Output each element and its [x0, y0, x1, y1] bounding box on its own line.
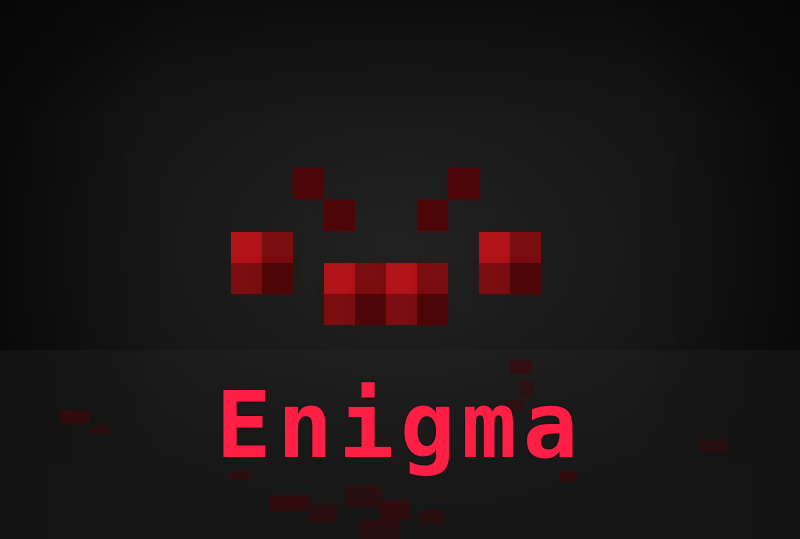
right-inner-eye-pixel [417, 263, 448, 294]
game-scene: Enigma [0, 0, 800, 539]
left-outer-eye-pixel [231, 232, 262, 263]
right-brow-pixel [417, 200, 448, 231]
right-brow-pixel [448, 168, 479, 199]
right-outer-eye-pixel [510, 263, 541, 294]
right-inner-eye-pixel [417, 294, 448, 325]
left-inner-eye-pixel [324, 263, 355, 294]
left-brow-pixel [324, 200, 355, 231]
left-inner-eye-pixel [355, 294, 386, 325]
left-inner-eye-pixel [324, 294, 355, 325]
left-outer-eye-pixel [231, 263, 262, 294]
left-outer-eye-pixel [262, 263, 293, 294]
right-outer-eye-pixel [479, 232, 510, 263]
right-inner-eye-pixel [386, 294, 417, 325]
left-outer-eye-pixel [262, 232, 293, 263]
game-title: Enigma [215, 372, 585, 479]
left-inner-eye-pixel [355, 263, 386, 294]
right-outer-eye-pixel [510, 232, 541, 263]
right-outer-eye-pixel [479, 263, 510, 294]
right-inner-eye-pixel [386, 263, 417, 294]
left-brow-pixel [293, 168, 324, 199]
